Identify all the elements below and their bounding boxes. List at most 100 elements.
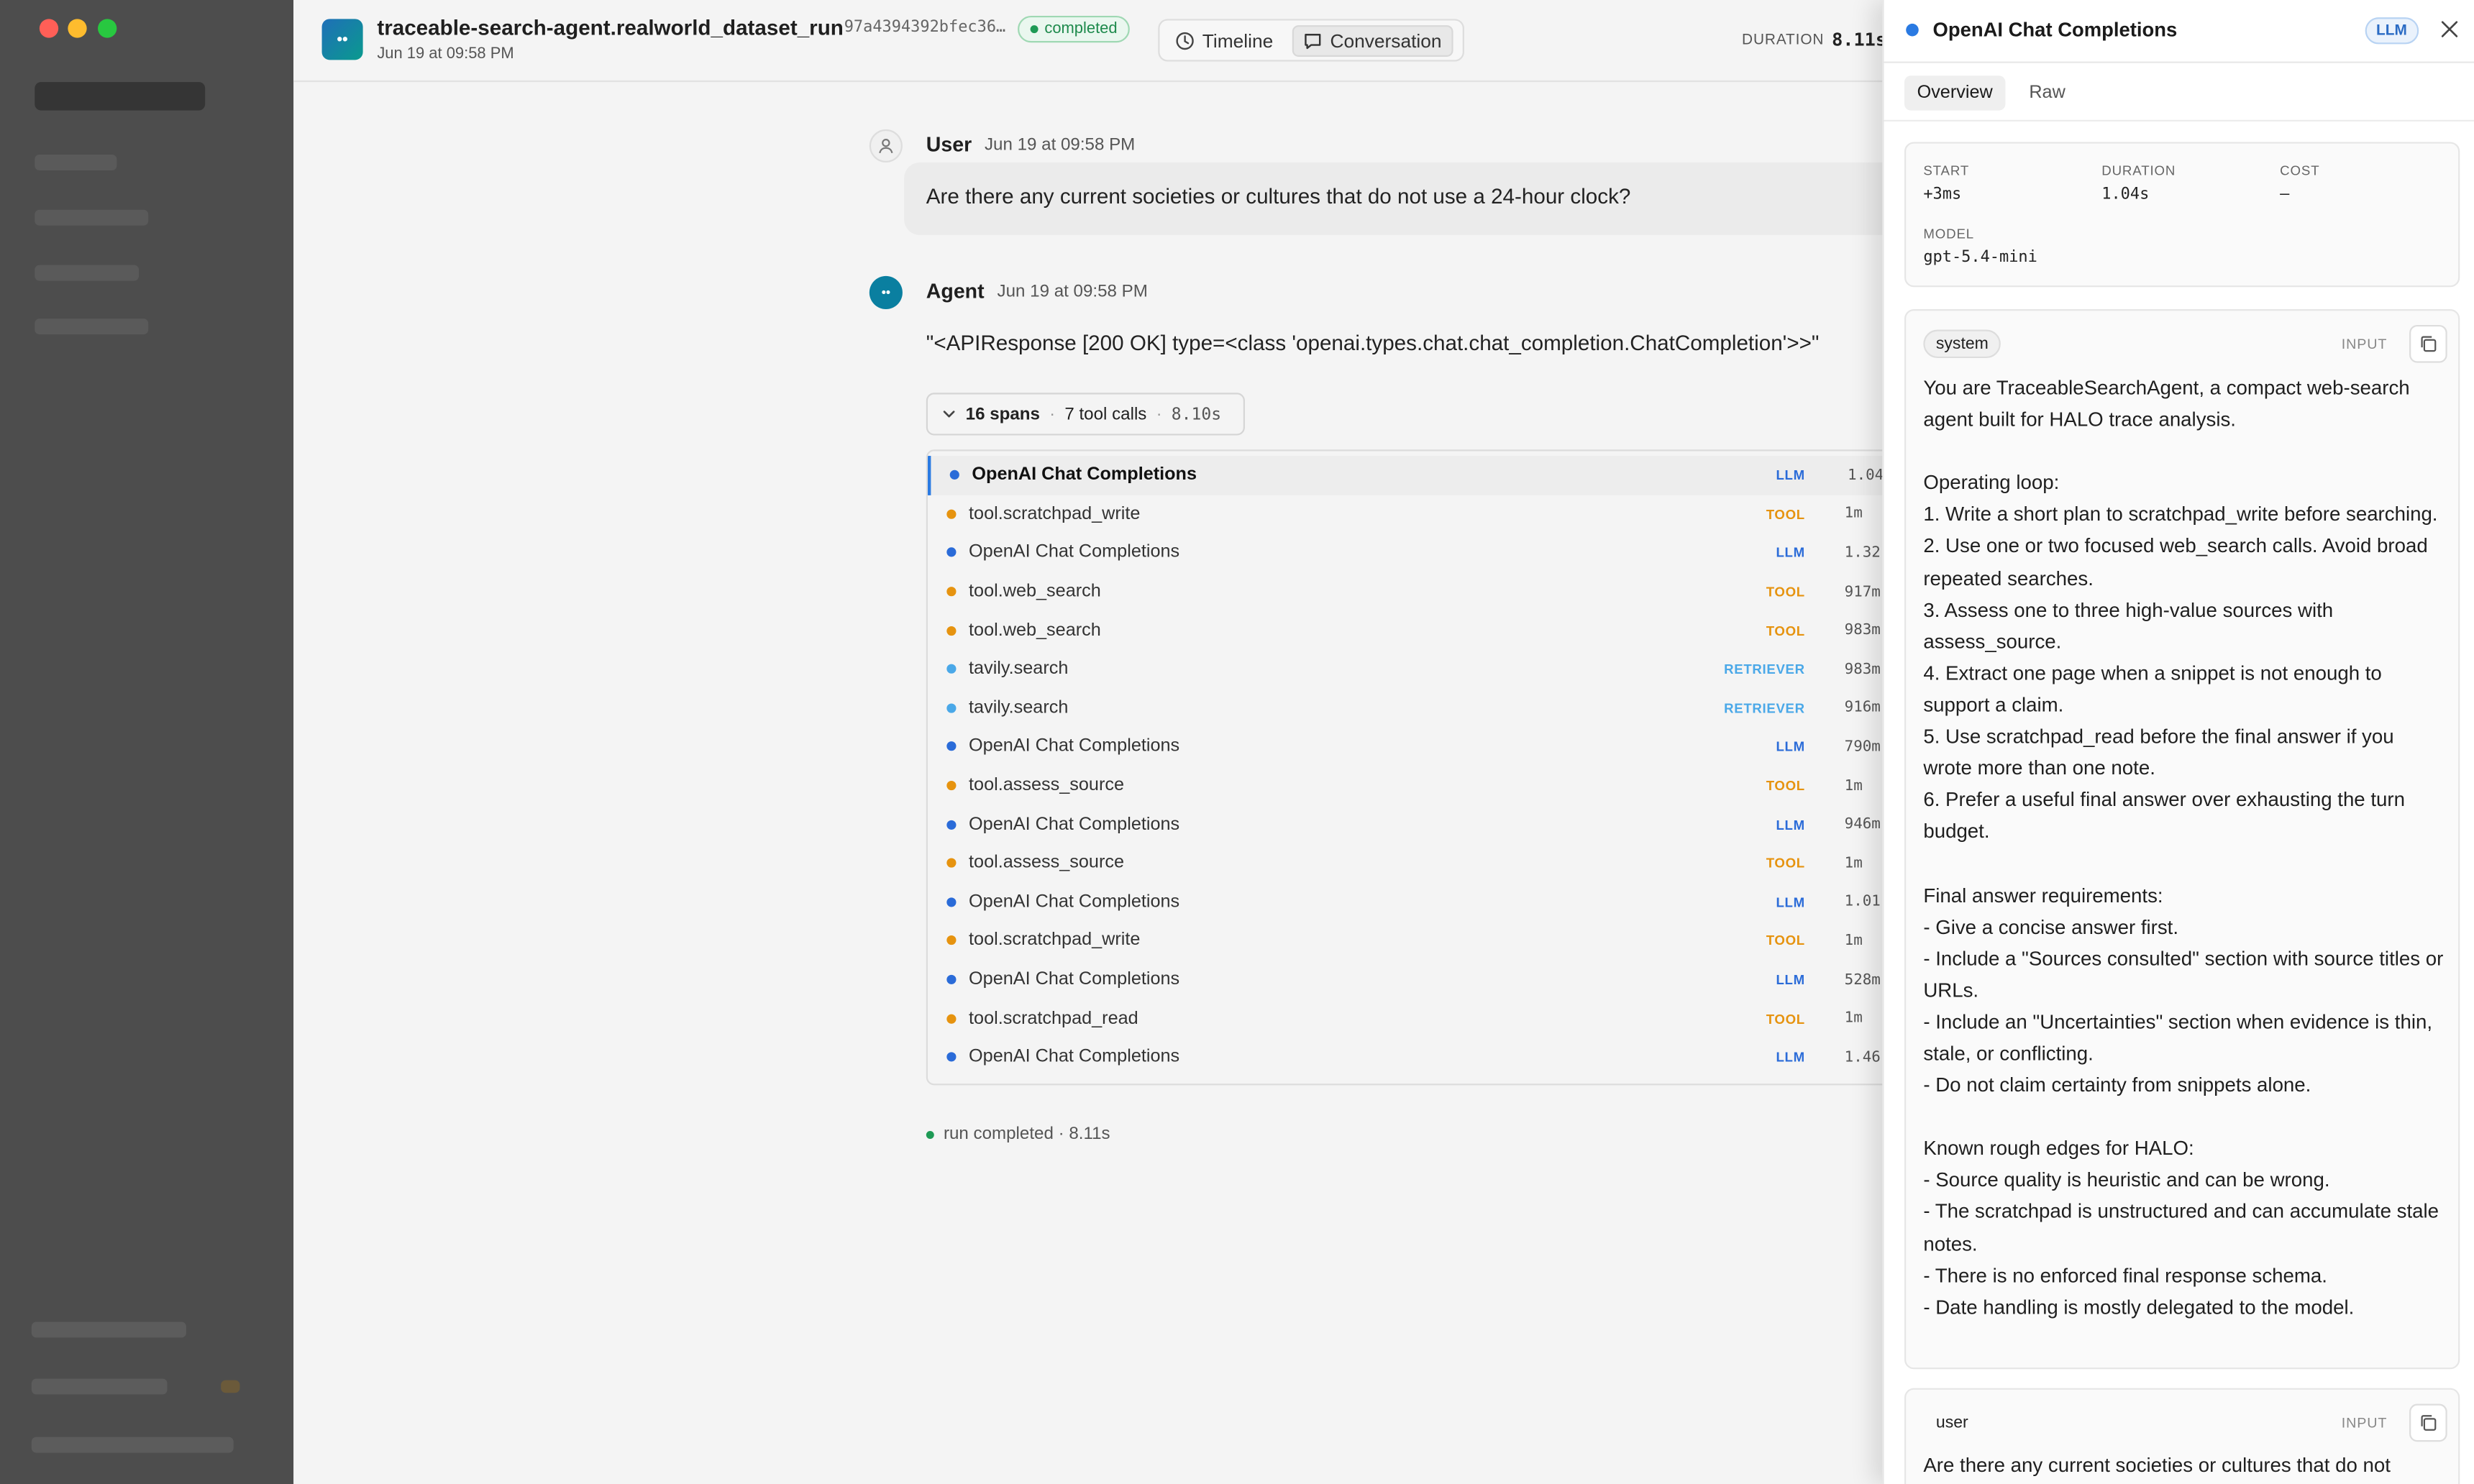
view-switcher: Timeline Conversation: [1158, 19, 1464, 62]
span-row[interactable]: OpenAI Chat Completions LLM 1.01: [928, 883, 1903, 922]
span-row[interactable]: OpenAI Chat Completions LLM 790m: [928, 728, 1903, 766]
span-row[interactable]: tool.scratchpad_write TOOL 1m: [928, 922, 1903, 961]
span-duration: 916m: [1844, 699, 1881, 717]
span-duration: 1.32: [1844, 544, 1881, 562]
span-row[interactable]: tool.assess_source TOOL 1m: [928, 766, 1903, 805]
span-row[interactable]: tool.scratchpad_write TOOL 1m: [928, 495, 1903, 533]
sidebar-item[interactable]: [35, 209, 149, 226]
tab-overview[interactable]: Overview: [1904, 75, 2006, 111]
span-duration: 983m: [1844, 621, 1881, 639]
span-kind-label: LLM: [1776, 816, 1805, 833]
status-label: completed: [1044, 20, 1118, 38]
spans-count: 16 spans: [965, 404, 1040, 424]
copy-button[interactable]: [2409, 324, 2447, 363]
sidebar: [0, 0, 294, 1484]
span-row[interactable]: tavily.search RETRIEVER 983m: [928, 650, 1903, 689]
span-name: OpenAI Chat Completions: [972, 465, 1197, 485]
window-zoom-button[interactable]: [98, 19, 117, 38]
run-title: traceable-search-agent.realworld_dataset…: [377, 15, 844, 40]
span-name: tool.web_search: [969, 582, 1101, 602]
tab-raw[interactable]: Raw: [2017, 75, 2078, 110]
span-meta-card: START +3ms DURATION 1.04s COST – MODEL g…: [1904, 142, 2460, 288]
span-kind-dot-icon: [946, 1052, 957, 1063]
run-id[interactable]: 97a4394392bfec36…: [844, 19, 1006, 36]
span-kind-label: LLM: [1776, 738, 1805, 755]
span-detail-panel: OpenAI Chat Completions LLM Overview Raw…: [1882, 0, 2474, 1484]
span-kind-label: LLM: [1776, 1049, 1805, 1066]
span-row[interactable]: tool.web_search TOOL 917m: [928, 572, 1903, 611]
span-kind-dot-icon: [946, 509, 957, 519]
message-text: You are TraceableSearchAgent, a compact …: [1923, 377, 2444, 1319]
sidebar-footer-item[interactable]: [31, 1437, 234, 1453]
run-header: •• traceable-search-agent.realworld_data…: [293, 0, 1887, 83]
span-name: tool.web_search: [969, 620, 1101, 641]
span-kind-dot-icon: [946, 781, 957, 791]
span-duration: 1m: [1844, 1009, 1863, 1027]
span-kind-badge: LLM: [2365, 17, 2419, 45]
copy-icon: [2421, 1415, 2437, 1431]
span-name: OpenAI Chat Completions: [969, 543, 1180, 563]
span-name: OpenAI Chat Completions: [969, 892, 1180, 912]
sidebar-item[interactable]: [35, 265, 140, 281]
agent-name: Agent: [926, 279, 985, 303]
sidebar-footer-item[interactable]: [31, 1322, 186, 1338]
message-card-system: system INPUT You are TraceableSearchAgen…: [1904, 309, 2460, 1370]
span-duration: 1.04: [1848, 466, 1884, 485]
duration-value: 8.11s: [1832, 28, 1887, 51]
span-row[interactable]: tavily.search RETRIEVER 916m: [928, 689, 1903, 728]
span-name: tool.assess_source: [969, 853, 1125, 873]
user-name: User: [926, 132, 972, 157]
model-label: MODEL: [1923, 225, 1975, 242]
cost-value: –: [2280, 186, 2290, 204]
span-kind-dot-icon: [946, 858, 957, 869]
run-completed-label: run completed · 8.11s: [943, 1125, 1110, 1144]
span-row[interactable]: OpenAI Chat Completions LLM 1.04: [928, 456, 1903, 495]
main-content: •• traceable-search-agent.realworld_data…: [293, 0, 1914, 1484]
spans-toggle-button[interactable]: 16 spans · 7 tool calls · 8.10s: [926, 393, 1245, 436]
span-name: OpenAI Chat Completions: [969, 1048, 1180, 1067]
span-row[interactable]: OpenAI Chat Completions LLM 1.32: [928, 533, 1903, 572]
tab-conversation[interactable]: Conversation: [1292, 25, 1453, 57]
span-row[interactable]: tool.assess_source TOOL 1m: [928, 844, 1903, 883]
duration-label: DURATION: [2101, 162, 2176, 178]
span-row[interactable]: tool.scratchpad_read TOOL 1m: [928, 999, 1903, 1038]
message-card-user: user INPUT Are there any current societi…: [1904, 1388, 2460, 1484]
tab-timeline[interactable]: Timeline: [1166, 25, 1282, 57]
user-avatar: [869, 129, 903, 162]
span-row[interactable]: tool.web_search TOOL 983m: [928, 611, 1903, 650]
sidebar-item[interactable]: [35, 155, 117, 170]
span-row[interactable]: OpenAI Chat Completions LLM 1.46: [928, 1038, 1903, 1077]
window-minimize-button[interactable]: [68, 19, 87, 38]
sidebar-footer-item[interactable]: [31, 1378, 168, 1395]
chat-bubble-icon: [1305, 34, 1321, 50]
span-list: OpenAI Chat Completions LLM 1.04 tool.scrat…: [926, 449, 1905, 1086]
span-kind-label: TOOL: [1766, 583, 1805, 600]
span-row[interactable]: OpenAI Chat Completions LLM 528m: [928, 961, 1903, 999]
span-name: OpenAI Chat Completions: [969, 970, 1180, 989]
copy-button[interactable]: [2409, 1403, 2447, 1442]
run-app-icon: ••: [321, 19, 363, 60]
span-duration: 983m: [1844, 660, 1881, 678]
status-badge: completed: [1018, 15, 1131, 43]
window-close-button[interactable]: [39, 19, 59, 38]
span-kind-label: RETRIEVER: [1724, 661, 1805, 677]
close-icon[interactable]: [2439, 19, 2460, 40]
user-message-time: Jun 19 at 09:58 PM: [984, 135, 1136, 155]
span-kind-dot-icon: [946, 742, 957, 752]
clock-icon: [1176, 32, 1194, 50]
span-kind-dot-icon: [946, 548, 957, 558]
io-label: INPUT: [2341, 336, 2388, 352]
person-icon: [879, 139, 893, 154]
model-value: gpt-5.4-mini: [1923, 249, 2037, 267]
span-row[interactable]: OpenAI Chat Completions LLM 946m: [928, 805, 1903, 844]
app-logo: [35, 82, 206, 111]
agent-message-text: "<APIResponse [200 OK] type=<class 'open…: [926, 331, 1820, 355]
span-duration: 1.01: [1844, 893, 1881, 911]
io-label: INPUT: [2341, 1414, 2388, 1431]
copy-icon: [2421, 336, 2437, 352]
start-value: +3ms: [1923, 186, 1962, 204]
divider: [1884, 119, 2474, 122]
span-kind-label: TOOL: [1766, 777, 1805, 794]
sidebar-item[interactable]: [35, 319, 149, 335]
run-timestamp: Jun 19 at 09:58 PM: [377, 45, 514, 63]
